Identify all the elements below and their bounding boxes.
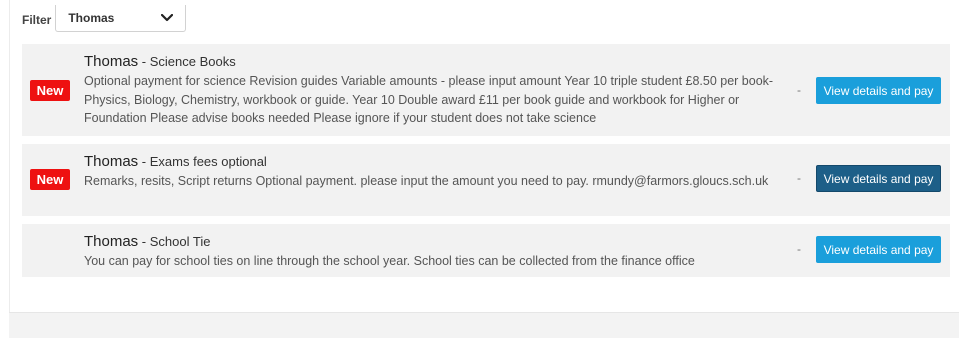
- payment-title: Thomas - School Tie: [84, 233, 789, 251]
- footer-band: [9, 312, 959, 338]
- view-details-and-pay-button[interactable]: View details and pay: [816, 77, 941, 104]
- payment-row-science-books: New Thomas - Science Books Optional paym…: [22, 44, 950, 136]
- payment-info: Thomas - School Tie You can pay for scho…: [84, 233, 789, 271]
- payment-title: Thomas - Exams fees optional: [84, 153, 789, 171]
- payment-amount: -: [797, 171, 801, 185]
- title-separator: -: [138, 154, 150, 169]
- payment-name: Exams fees optional: [149, 154, 267, 169]
- new-badge: New: [30, 169, 70, 190]
- view-details-and-pay-button[interactable]: View details and pay: [816, 236, 941, 263]
- filter-selected-value: Thomas: [68, 11, 115, 25]
- new-badge: New: [30, 80, 70, 101]
- title-separator: -: [138, 234, 150, 249]
- payment-description: Optional payment for science Revision gu…: [84, 74, 774, 125]
- filter-dropdown[interactable]: Thomas: [55, 5, 187, 32]
- payment-info: Thomas - Exams fees optional Remarks, re…: [84, 153, 789, 191]
- payee-name: Thomas: [84, 233, 139, 250]
- payment-amount: -: [797, 242, 801, 256]
- payment-description: Remarks, resits, Script returns Optional…: [84, 174, 769, 188]
- payee-name: Thomas: [84, 153, 139, 170]
- payment-name: School Tie: [149, 234, 211, 249]
- payment-name: Science Books: [149, 54, 236, 69]
- payment-title: Thomas - Science Books: [84, 53, 789, 71]
- title-separator: -: [138, 54, 150, 69]
- filter-label: Filter: [22, 13, 52, 27]
- filter-bar: Filter Thomas: [22, 0, 187, 34]
- chevron-down-icon: [161, 14, 174, 22]
- payment-info: Thomas - Science Books Optional payment …: [84, 53, 789, 128]
- panel-left-border: [9, 0, 10, 312]
- payment-row-school-tie: Thomas - School Tie You can pay for scho…: [22, 224, 950, 277]
- view-details-and-pay-button[interactable]: View details and pay: [816, 165, 941, 192]
- payee-name: Thomas: [84, 53, 139, 70]
- payment-amount: -: [797, 83, 801, 97]
- payment-description: You can pay for school ties on line thro…: [84, 254, 695, 268]
- payment-row-exams-fees: New Thomas - Exams fees optional Remarks…: [22, 144, 950, 216]
